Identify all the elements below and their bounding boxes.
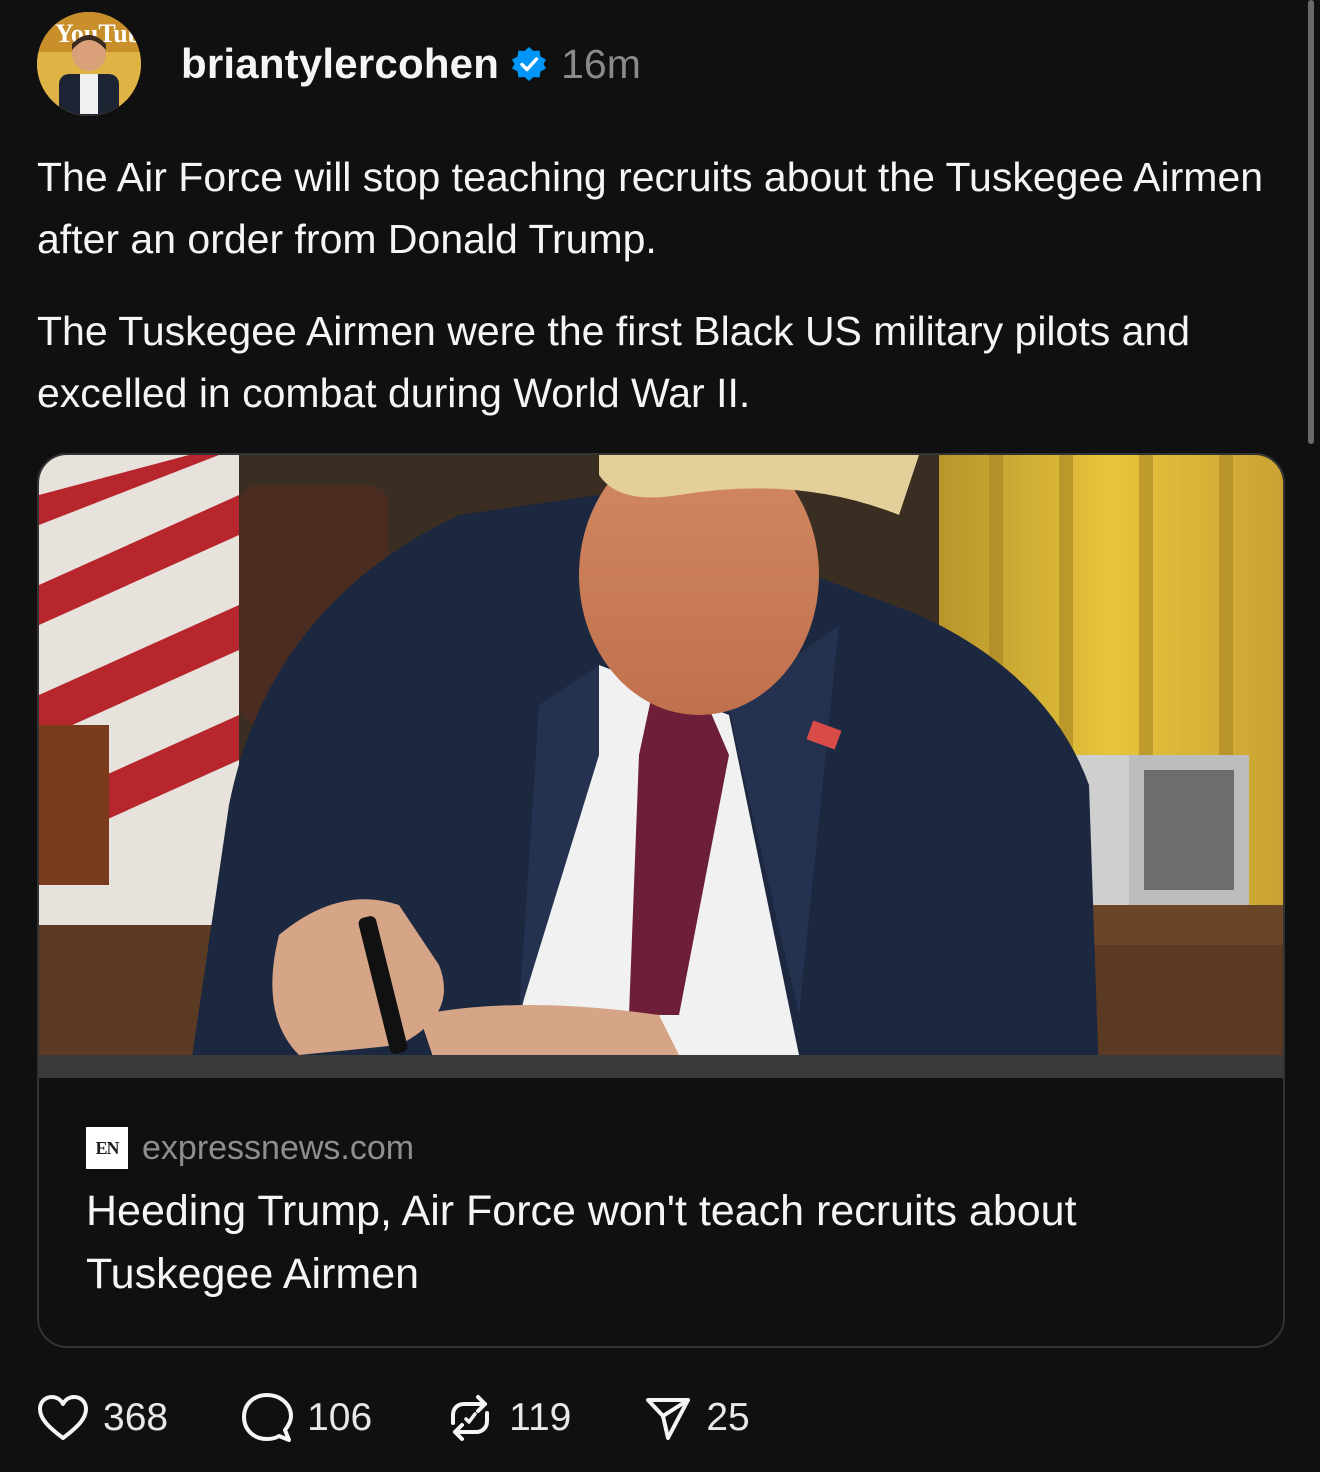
reply-count: 106 xyxy=(307,1396,373,1439)
post-paragraph: The Air Force will stop teaching recruit… xyxy=(37,154,1264,262)
verified-badge-icon xyxy=(511,46,547,82)
author-username[interactable]: briantylercohen xyxy=(181,40,499,88)
like-count: 368 xyxy=(103,1396,169,1439)
comment-bubble-icon xyxy=(242,1393,294,1442)
share-button[interactable]: 25 xyxy=(644,1394,750,1442)
avatar[interactable]: YouTube xyxy=(37,12,141,116)
link-preview-card[interactable]: EN expressnews.com Heeding Trump, Air Fo… xyxy=(37,453,1285,1348)
link-source: EN expressnews.com xyxy=(86,1127,414,1169)
post-header: YouTube briantylercohen 16m xyxy=(37,10,641,118)
repost-icon xyxy=(451,1395,490,1441)
link-domain: expressnews.com xyxy=(142,1128,415,1167)
reply-button[interactable]: 106 xyxy=(241,1392,372,1444)
post-paragraph: The Tuskegee Airmen were the first Black… xyxy=(37,308,1191,416)
publisher-favicon: EN xyxy=(86,1127,128,1169)
scrollbar[interactable] xyxy=(1308,0,1314,444)
post-actions: 368 106 119 25 xyxy=(37,1390,823,1446)
share-count: 25 xyxy=(706,1396,750,1439)
link-headline[interactable]: Heeding Trump, Air Force won't teach rec… xyxy=(86,1180,1226,1306)
post-body: The Air Force will stop teaching recruit… xyxy=(37,146,1287,454)
heart-icon xyxy=(38,1395,88,1440)
avatar-photo: YouTube xyxy=(37,12,141,116)
post-timestamp: 16m xyxy=(561,40,641,87)
send-icon xyxy=(646,1398,691,1440)
repost-count: 119 xyxy=(509,1396,572,1439)
link-preview-image xyxy=(39,455,1283,1078)
like-button[interactable]: 368 xyxy=(37,1394,168,1442)
repost-button[interactable]: 119 xyxy=(445,1393,571,1443)
